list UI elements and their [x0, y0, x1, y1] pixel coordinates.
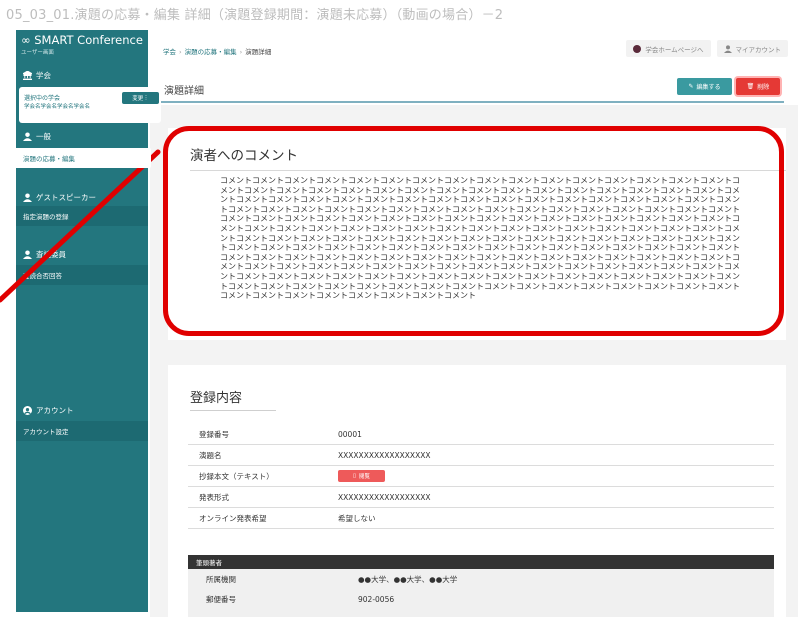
table-row: 登録番号 00001	[188, 424, 774, 445]
row-value: XXXXXXXXXXXXXXXXXX	[338, 492, 431, 502]
comment-body: コメントコメントコメントコメントコメントコメントコメントコメントコメントコメント…	[220, 176, 740, 301]
row-value: 902-0056	[358, 594, 395, 604]
society-homepage-link[interactable]: 学会ホームページへ	[626, 40, 711, 57]
reviewer-icon	[23, 250, 32, 259]
trash-icon: 🗑	[746, 83, 755, 90]
breadcrumb-separator-icon: ›	[179, 48, 182, 56]
registration-card: 登録内容 登録番号 00001 演題名 XXXXXXXXXXXXXXXXXX 抄…	[168, 365, 786, 617]
sidebar-item-review-answer[interactable]: 査読合否回答	[16, 265, 148, 285]
comment-divider	[190, 170, 786, 171]
society-icon	[23, 71, 32, 80]
home-dot-icon	[633, 44, 642, 53]
guest-icon	[23, 193, 32, 202]
comment-card: 演者へのコメント コメントコメントコメントコメントコメントコメントコメントコメン…	[168, 128, 786, 340]
person-icon	[23, 132, 32, 141]
row-label: 演題名	[199, 450, 222, 460]
comment-title: 演者へのコメント	[190, 148, 298, 164]
table-row: 所属機関 ●●大学、●●大学、●●大学	[188, 569, 774, 589]
account-icon	[23, 406, 32, 415]
edit-icon: ✎	[688, 83, 694, 90]
sidebar-item-designated-abstract[interactable]: 指定演題の登録	[16, 206, 148, 226]
change-society-button[interactable]: 変更 ⋮	[122, 92, 159, 104]
breadcrumb-abstract-submission[interactable]: 演題の応募・編集	[185, 48, 237, 56]
row-label: 抄録本文（テキスト）	[199, 471, 274, 481]
my-account-link[interactable]: マイアカウント	[716, 40, 788, 57]
top-links: 学会ホームページへ マイアカウント	[626, 40, 788, 57]
selected-society-label: 選択中の学会	[24, 95, 61, 102]
sidebar-item-account-settings[interactable]: アカウント設定	[16, 421, 148, 441]
section-guest-speaker: ゲストスピーカー	[23, 192, 96, 203]
registration-title: 登録内容	[190, 391, 243, 406]
registration-underline	[190, 410, 276, 411]
presenter-section: 筆頭著者 所属機関 ●●大学、●●大学、●●大学 郵便番号 902-0056	[188, 555, 774, 617]
section-general: 一般	[23, 131, 51, 142]
row-label: 登録番号	[199, 429, 229, 439]
breadcrumb-current: 演題詳細	[245, 48, 272, 56]
table-row: オンライン発表希望 希望しない	[188, 508, 774, 529]
row-label: 郵便番号	[206, 594, 236, 604]
table-row: 抄録本文（テキスト） ▯ 閲覧	[188, 466, 774, 487]
society-names: 学会名学会名学会名学会名	[24, 104, 91, 110]
row-value: ●●大学、●●大学、●●大学	[358, 574, 458, 584]
person-icon	[723, 44, 732, 53]
sidebar-item-abstract-submission[interactable]: 演題の応募・編集	[16, 148, 151, 168]
document-title: 05_03_01.演題の応募・編集 詳細（演題登録期間：演題未応募）（動画の場合…	[6, 8, 504, 23]
breadcrumb-separator-icon: ›	[239, 48, 243, 56]
table-row: 発表形式 XXXXXXXXXXXXXXXXXX	[188, 487, 774, 508]
table-row: 演題名 XXXXXXXXXXXXXXXXXX	[188, 445, 774, 466]
row-label: オンライン発表希望	[199, 513, 267, 523]
breadcrumb: 学会 › 演題の応募・編集 › 演題詳細	[163, 46, 271, 56]
section-society: 学会	[23, 70, 51, 81]
row-label: 発表形式	[199, 492, 229, 502]
registration-table: 登録番号 00001 演題名 XXXXXXXXXXXXXXXXXX 抄録本文（テ…	[188, 424, 774, 529]
file-icon: ▯	[352, 473, 356, 479]
presenter-header: 筆頭著者	[188, 555, 774, 569]
brand-subtitle: ユーザー画面	[21, 50, 54, 56]
selected-society-card: 選択中の学会 変更 ⋮ 学会名学会名学会名学会名	[19, 87, 161, 123]
row-value: XXXXXXXXXXXXXXXXXX	[338, 450, 431, 460]
section-account: アカウント	[23, 405, 74, 416]
section-reviewer: 査読委員	[23, 249, 66, 260]
edit-button[interactable]: ✎ 編集する	[677, 78, 732, 95]
delete-button[interactable]: 🗑 削除	[736, 78, 780, 95]
row-label: 所属機関	[206, 574, 236, 584]
table-row: 郵便番号 902-0056	[188, 589, 774, 609]
brand: ∞ SMART Conference ユーザー画面	[21, 33, 146, 56]
row-value: 00001	[338, 429, 362, 439]
brand-logo-icon: ∞	[21, 33, 35, 47]
view-abstract-button[interactable]: ▯ 閲覧	[338, 470, 385, 482]
brand-name: ∞ SMART Conference	[21, 33, 143, 47]
page-title: 演題詳細	[164, 86, 204, 97]
row-value: 希望しない	[338, 513, 376, 523]
breadcrumb-society[interactable]: 学会	[163, 48, 176, 56]
title-divider	[160, 101, 784, 103]
